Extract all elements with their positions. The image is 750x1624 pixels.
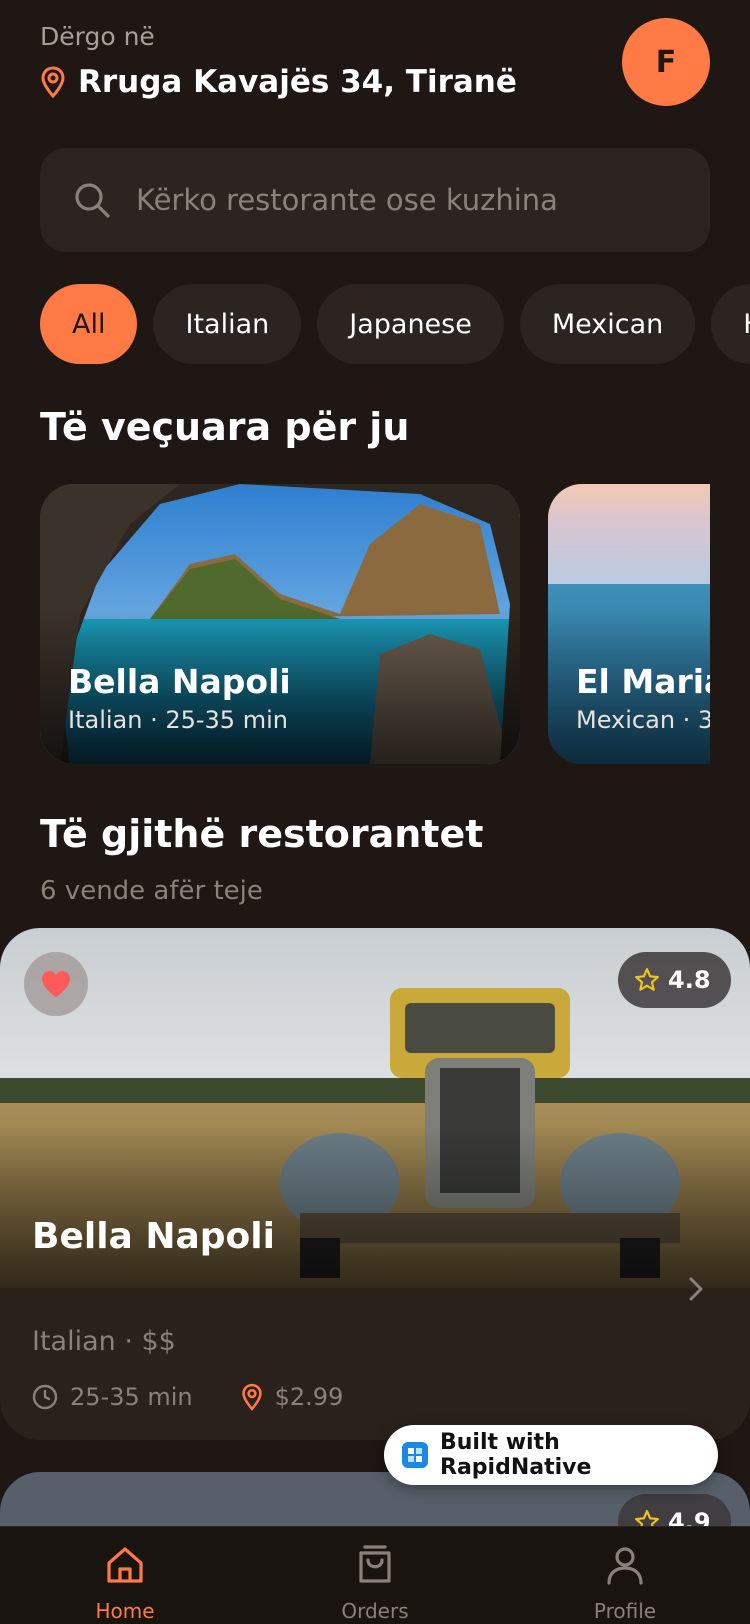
chip-mexican[interactable]: Mexican	[519, 284, 696, 364]
featured-card-el-mariachi[interactable]: El Mariac Mexican · 30	[548, 484, 710, 764]
shopping-bag-icon	[359, 1545, 391, 1583]
cuisine-price: Italian · $$	[32, 1326, 176, 1357]
delivery-address[interactable]: Rruga Kavajës 34, Tiranë	[40, 64, 517, 100]
chip-partial[interactable]: H	[711, 284, 750, 364]
tab-profile[interactable]: Profile	[500, 1527, 750, 1624]
restaurant-name: Bella Napoli	[32, 1216, 275, 1257]
built-with-badge[interactable]: Built with RapidNative	[384, 1425, 718, 1485]
category-chips: All Italian Japanese Mexican H	[40, 284, 750, 364]
featured-name: Bella Napoli	[68, 662, 291, 701]
address-text: Rruga Kavajës 34, Tiranë	[78, 64, 517, 100]
search-bar[interactable]	[40, 148, 710, 252]
tab-label: Home	[95, 1599, 155, 1623]
tab-home[interactable]: Home	[0, 1527, 250, 1624]
star-icon	[635, 968, 659, 991]
search-icon	[75, 183, 110, 218]
home-icon	[107, 1547, 143, 1583]
featured-meta: Mexican · 30	[576, 706, 710, 734]
featured-section-title: Të veçuara për ju	[40, 405, 410, 449]
deliver-to-label: Dërgo në	[40, 22, 155, 51]
restaurant-card[interactable]: 4.8 Bella Napoli Italian · $$ 25-35 min …	[0, 928, 750, 1440]
chip-japanese[interactable]: Japanese	[317, 284, 504, 364]
tab-label: Orders	[341, 1599, 409, 1623]
chip-all[interactable]: All	[40, 284, 138, 364]
featured-name: El Mariac	[576, 662, 710, 701]
chevron-right-icon[interactable]	[686, 1274, 706, 1304]
location-pin-icon	[241, 1383, 262, 1411]
tab-label: Profile	[593, 1599, 657, 1623]
user-icon	[607, 1547, 643, 1585]
rapidnative-logo-icon	[402, 1442, 428, 1468]
heart-icon	[42, 971, 70, 997]
delivery-info: 25-35 min $2.99	[32, 1383, 343, 1411]
featured-card-bella-napoli[interactable]: Bella Napoli Italian · 25-35 min	[40, 484, 520, 764]
chip-italian[interactable]: Italian	[153, 284, 302, 364]
search-input[interactable]	[136, 183, 676, 217]
clock-icon	[32, 1384, 58, 1410]
home-screen: Dërgo në Rruga Kavajës 34, Tiranë F All …	[0, 0, 750, 1624]
featured-meta: Italian · 25-35 min	[68, 706, 288, 734]
bottom-tab-bar: Home Orders Profile	[0, 1526, 750, 1624]
tab-orders[interactable]: Orders	[250, 1527, 500, 1624]
profile-avatar[interactable]: F	[622, 18, 710, 106]
featured-carousel: Bella Napoli Italian · 25-35 min El Mari…	[40, 484, 710, 764]
rating-value: 4.8	[668, 966, 711, 994]
rating-badge: 4.8	[618, 952, 731, 1008]
restaurants-count: 6 vende afër teje	[40, 876, 263, 906]
location-pin-icon	[41, 66, 65, 98]
all-restaurants-title: Të gjithë restorantet	[40, 812, 484, 856]
delivery-fee: $2.99	[274, 1383, 344, 1411]
delivery-time: 25-35 min	[70, 1383, 193, 1411]
favorite-button[interactable]	[24, 952, 88, 1016]
built-with-text: Built with RapidNative	[440, 1430, 592, 1480]
